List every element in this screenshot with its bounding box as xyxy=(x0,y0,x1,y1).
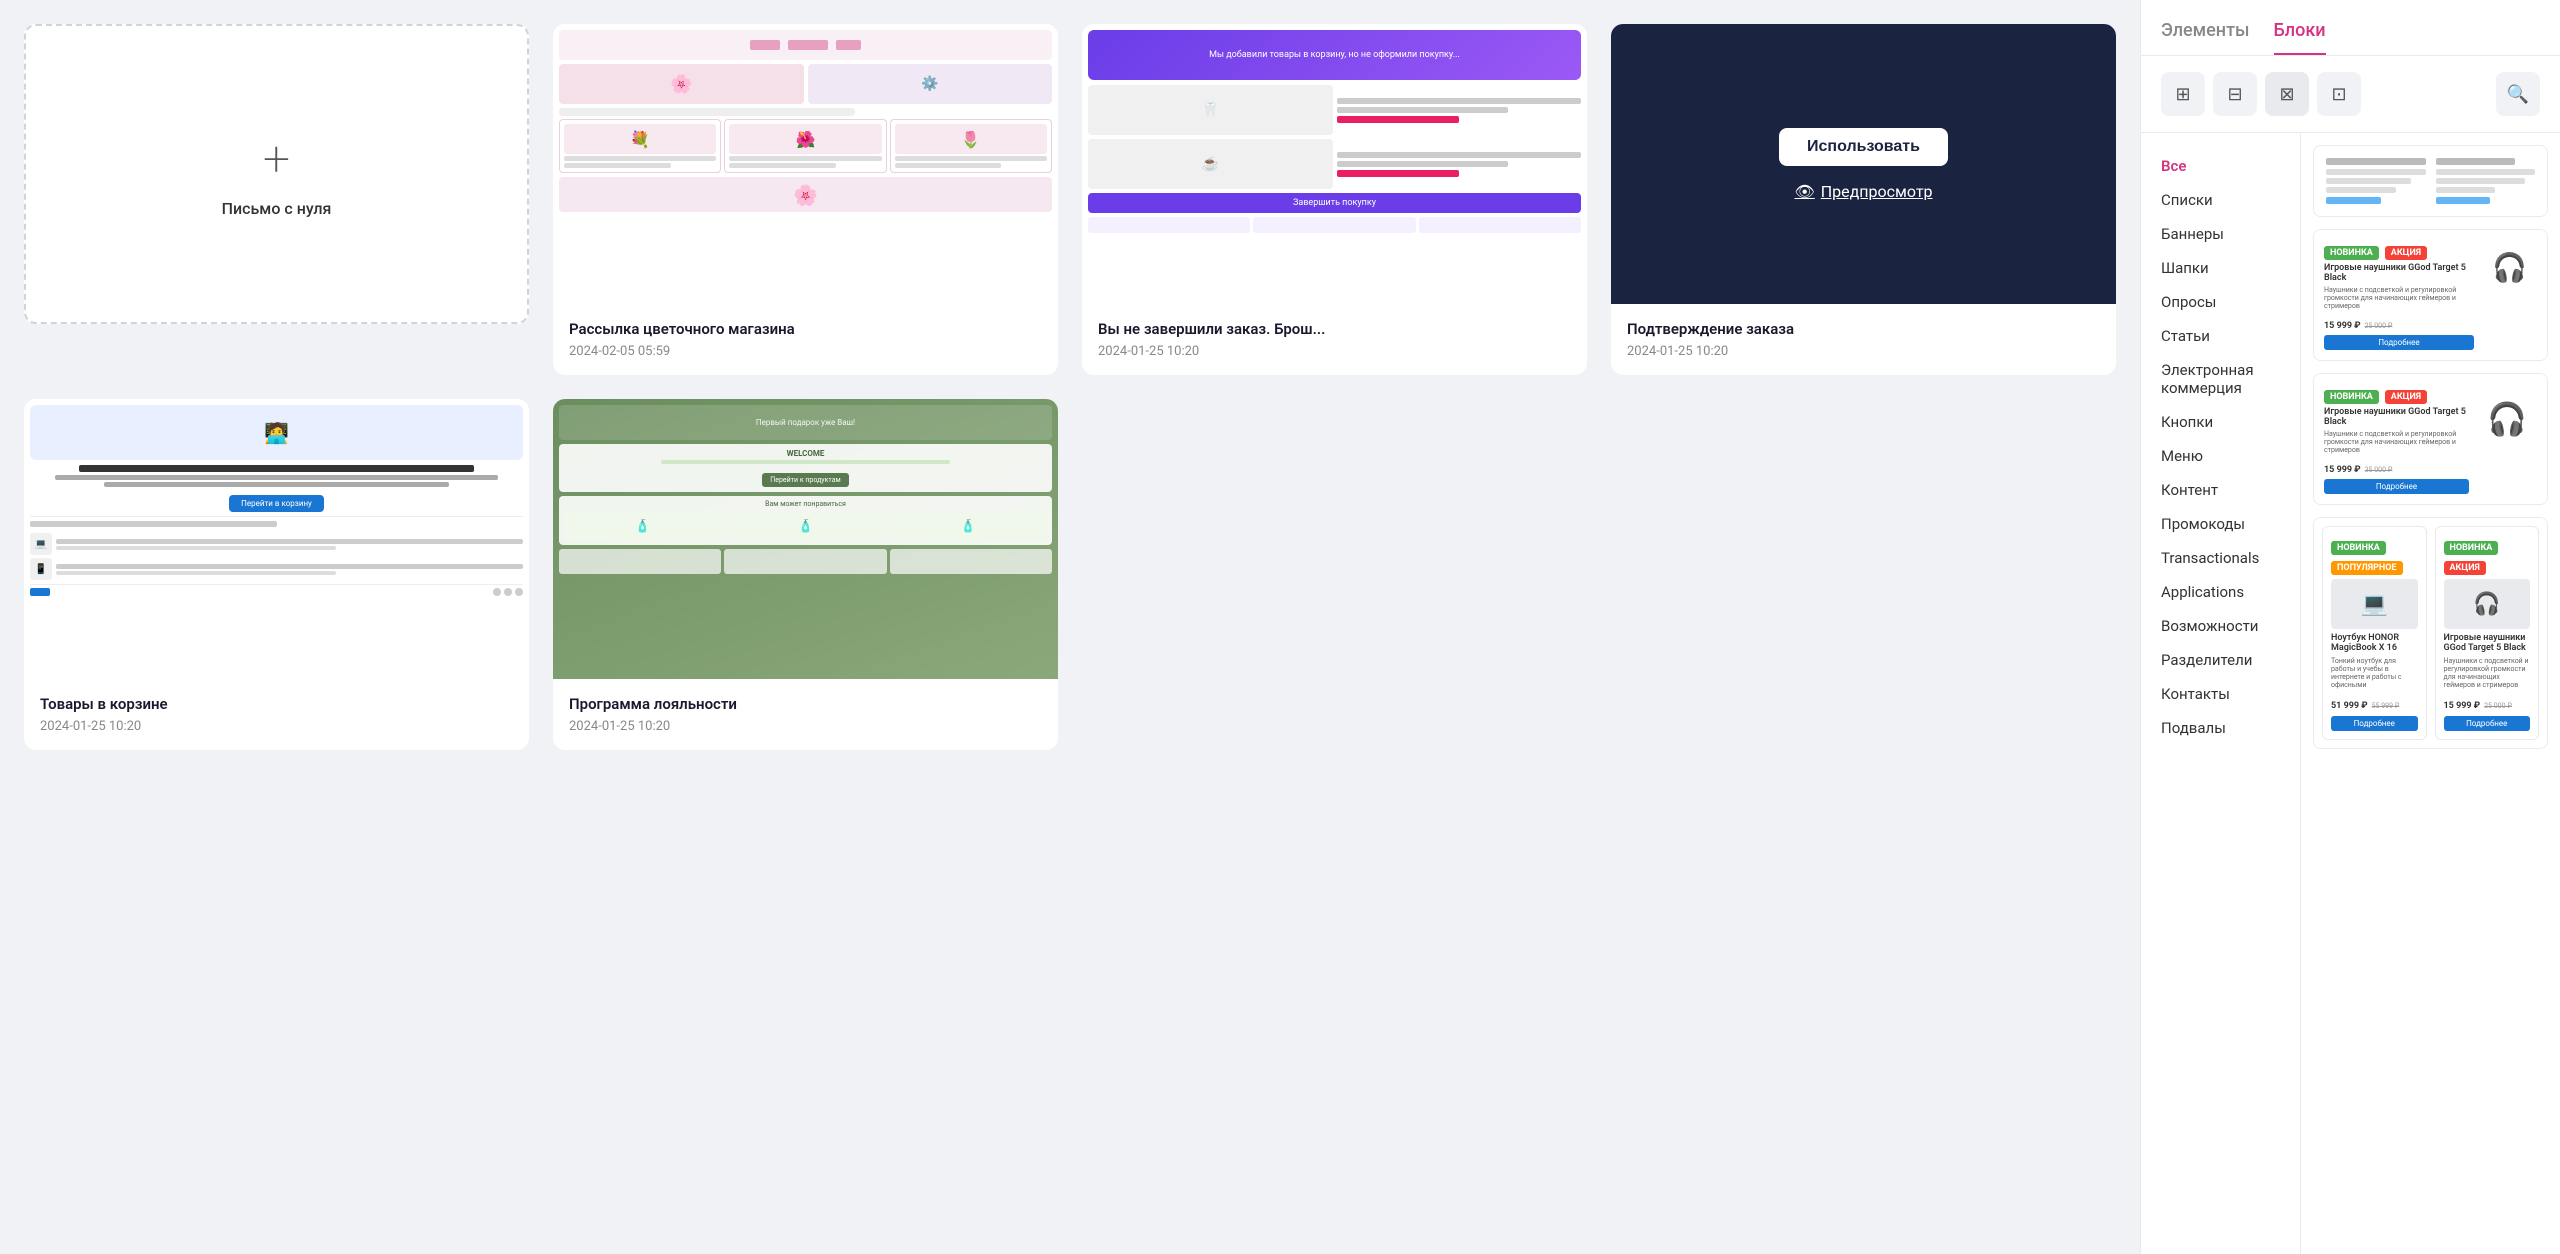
template-info-loyalty: Программа лояльности 2024-01-25 10:20 xyxy=(553,679,1058,750)
category-features[interactable]: Возможности xyxy=(2141,609,2300,643)
category-applications[interactable]: Applications xyxy=(2141,575,2300,609)
badge-sale-2: АКЦИЯ xyxy=(2385,390,2427,404)
template-title-confirm: Подтверждение заказа xyxy=(1627,320,2100,338)
toolbar-btn-grid4[interactable]: ⊡ xyxy=(2317,72,2361,116)
template-date-cart: 2024-01-25 10:20 xyxy=(40,719,513,734)
product-btn-left[interactable]: Подробнее xyxy=(2331,716,2418,731)
template-date-loyalty: 2024-01-25 10:20 xyxy=(569,719,1042,734)
template-card-flower[interactable]: 🌸 ⚙️ 💐 🌺 xyxy=(553,24,1058,375)
product-mock-left: НОВИНКА ПОПУЛЯРНОЕ 💻 Ноутбук HONOR Magic… xyxy=(2322,526,2427,740)
template-title-flower: Рассылка цветочного магазина xyxy=(569,320,1042,338)
template-preview-flower: 🌸 ⚙️ 💐 🌺 xyxy=(553,24,1058,304)
template-date-abandon: 2024-01-25 10:20 xyxy=(1098,344,1571,359)
product-old-price: 25 000 ₽ xyxy=(2365,322,2393,330)
use-button[interactable]: Использовать xyxy=(1779,128,1948,166)
badge-sale: АКЦИЯ xyxy=(2385,246,2427,260)
product-mock-right: НОВИНКА АКЦИЯ 🎧 Игровые наушники GGod Ta… xyxy=(2435,526,2540,740)
template-info-confirm: Подтверждение заказа 2024-01-25 10:20 xyxy=(1611,304,2116,375)
new-card-label: Письмо с нуля xyxy=(222,199,332,218)
category-lists[interactable]: Списки xyxy=(2141,183,2300,217)
product-btn[interactable]: Подробнее xyxy=(2324,335,2474,350)
category-transactionals[interactable]: Transactionals xyxy=(2141,541,2300,575)
main-content: + Письмо с нуля 🌸 ⚙️ xyxy=(0,0,2140,1254)
product-new-price-2: 15 999 ₽ xyxy=(2324,465,2361,475)
badge-new: НОВИНКА xyxy=(2324,246,2379,260)
product-new-price: 15 999 ₽ xyxy=(2324,321,2361,331)
preview-link[interactable]: 👁 Предпросмотр xyxy=(1794,182,1932,201)
template-card-loyalty[interactable]: Первый подарок уже Ваш! WELCOME Перейти … xyxy=(553,399,1058,750)
category-ecommerce[interactable]: Электронная коммерция xyxy=(2141,353,2300,405)
category-headers[interactable]: Шапки xyxy=(2141,251,2300,285)
product-btn-right[interactable]: Подробнее xyxy=(2444,716,2531,731)
block-product-single[interactable]: НОВИНКА АКЦИЯ Игровые наушники GGod Targ… xyxy=(2313,229,2548,361)
category-articles[interactable]: Статьи xyxy=(2141,319,2300,353)
panel-content: Все Списки Баннеры Шапки Опросы Статьи Э… xyxy=(2141,133,2560,1254)
template-date-flower: 2024-02-05 05:59 xyxy=(569,344,1042,359)
search-icon-btn[interactable]: 🔍 xyxy=(2496,72,2540,116)
template-preview-abandon: Мы добавили товары в корзину, но не офор… xyxy=(1082,24,1587,304)
templates-grid: + Письмо с нуля 🌸 ⚙️ xyxy=(24,24,2116,750)
toolbar-btn-grid3[interactable]: ⊠ xyxy=(2265,72,2309,116)
template-title-abandon: Вы не завершили заказ. Брош... xyxy=(1098,320,1571,338)
category-menu[interactable]: Меню xyxy=(2141,439,2300,473)
product-desc-left: Тонкий ноутбук для работы и учебы в инте… xyxy=(2331,657,2418,689)
template-title-cart: Товары в корзине xyxy=(40,695,513,713)
new-template-card[interactable]: + Письмо с нуля xyxy=(24,24,529,324)
template-card-abandon[interactable]: Мы добавили товары в корзину, но не офор… xyxy=(1082,24,1587,375)
tab-elements[interactable]: Элементы xyxy=(2161,20,2250,55)
category-surveys[interactable]: Опросы xyxy=(2141,285,2300,319)
block-product-pair[interactable]: НОВИНКА ПОПУЛЯРНОЕ 💻 Ноутбук HONOR Magic… xyxy=(2313,517,2548,749)
eye-icon: 👁 xyxy=(1794,182,1814,201)
category-buttons[interactable]: Кнопки xyxy=(2141,405,2300,439)
panel-tabs: Элементы Блоки xyxy=(2141,0,2560,56)
category-content[interactable]: Контент xyxy=(2141,473,2300,507)
product-desc-2: Наушники с подсветкой и регулировкой гро… xyxy=(2324,430,2469,454)
category-promocodes[interactable]: Промокоды xyxy=(2141,507,2300,541)
category-dividers[interactable]: Разделители xyxy=(2141,643,2300,677)
toolbar-btn-grid1[interactable]: ⊞ xyxy=(2161,72,2205,116)
product-name-right: Игровые наушники GGod Target 5 Black xyxy=(2444,633,2531,653)
product-btn-2[interactable]: Подробнее xyxy=(2324,479,2469,494)
plus-icon: + xyxy=(263,130,290,187)
product-name-left: Ноутбук HONOR MagicBook X 16 xyxy=(2331,633,2418,653)
product-desc: Наушники с подсветкой и регулировкой гро… xyxy=(2324,286,2474,310)
template-title-loyalty: Программа лояльности xyxy=(569,695,1042,713)
template-info-abandon: Вы не завершили заказ. Брош... 2024-01-2… xyxy=(1082,304,1587,375)
block-text-1[interactable] xyxy=(2313,145,2548,217)
badge-new-2: НОВИНКА xyxy=(2324,390,2379,404)
category-banners[interactable]: Баннеры xyxy=(2141,217,2300,251)
product-name: Игровые наушники GGod Target 5 Black xyxy=(2324,263,2474,283)
product-old-price-2: 35 000 ₽ xyxy=(2365,466,2393,474)
block-product-single-lg[interactable]: НОВИНКА АКЦИЯ Игровые наушники GGod Targ… xyxy=(2313,373,2548,505)
panel-toolbar: ⊞ ⊟ ⊠ ⊡ 🔍 xyxy=(2141,56,2560,133)
product-name-2: Игровые наушники GGod Target 5 Black xyxy=(2324,407,2469,427)
categories-list: Все Списки Баннеры Шапки Опросы Статьи Э… xyxy=(2141,133,2301,1254)
tab-blocks[interactable]: Блоки xyxy=(2274,20,2326,55)
category-footers[interactable]: Подвалы xyxy=(2141,711,2300,745)
category-all[interactable]: Все xyxy=(2141,149,2300,183)
category-contacts[interactable]: Контакты xyxy=(2141,677,2300,711)
blocks-preview: НОВИНКА АКЦИЯ Игровые наушники GGod Targ… xyxy=(2301,133,2560,1254)
template-info-cart: Товары в корзине 2024-01-25 10:20 xyxy=(24,679,529,750)
headphone-img-1: 🎧 xyxy=(2482,240,2537,295)
template-card-confirm[interactable]: Использовать 👁 Предпросмотр Подтверждени… xyxy=(1611,24,2116,375)
template-preview-loyalty: Первый подарок уже Ваш! WELCOME Перейти … xyxy=(553,399,1058,679)
template-card-cart[interactable]: 🧑‍💻 Перейти в корзину 💻 xyxy=(24,399,529,750)
template-date-confirm: 2024-01-25 10:20 xyxy=(1627,344,2100,359)
template-info-flower: Рассылка цветочного магазина 2024-02-05 … xyxy=(553,304,1058,375)
right-panel: Элементы Блоки ⊞ ⊟ ⊠ ⊡ 🔍 Все Списки Банн… xyxy=(2140,0,2560,1254)
toolbar-btn-grid2[interactable]: ⊟ xyxy=(2213,72,2257,116)
template-preview-confirm: Использовать 👁 Предпросмотр xyxy=(1611,24,2116,304)
template-preview-cart: 🧑‍💻 Перейти в корзину 💻 xyxy=(24,399,529,679)
product-desc-right: Наушники с подсветкой и регулировкой гро… xyxy=(2444,657,2531,689)
